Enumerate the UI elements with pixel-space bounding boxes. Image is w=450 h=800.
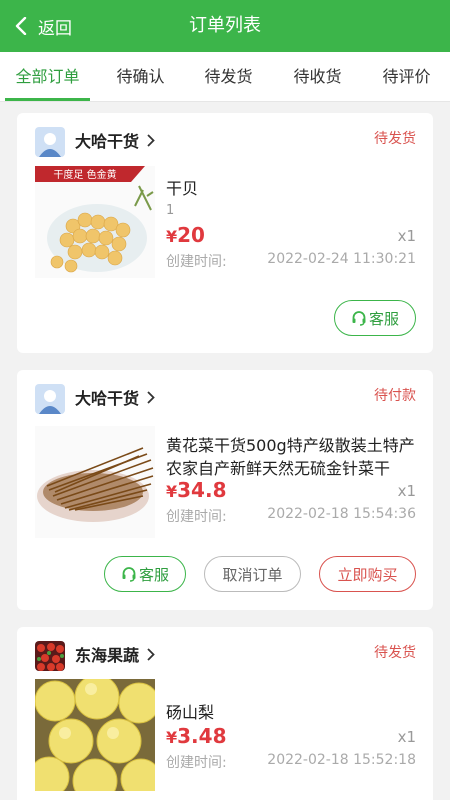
store-name-link[interactable]: 大哈干货 [75, 128, 155, 152]
currency-symbol: ¥ [166, 728, 178, 747]
store-name: 大哈干货 [75, 389, 140, 408]
tab-pending-review[interactable]: 待评价 [364, 52, 449, 102]
product-quantity: x1 [397, 227, 416, 245]
app-header: 返回 订单列表 [0, 0, 450, 52]
order-status: 待付款 [374, 388, 416, 404]
cancel-order-button[interactable]: 取消订单 [204, 556, 301, 592]
chevron-right-icon [147, 133, 155, 147]
back-label: 返回 [38, 18, 72, 39]
tab-pending-ship[interactable]: 待发货 [186, 52, 271, 102]
store-name: 东海果蔬 [75, 646, 140, 665]
created-time: 2022-02-18 15:54:36 [267, 506, 416, 522]
price-amount: 20 [177, 223, 205, 247]
tab-pending-receive[interactable]: 待收货 [275, 52, 360, 102]
product-image[interactable] [35, 679, 155, 791]
order-tabs: 全部订单 待确认 待发货 待收货 待评价 [0, 52, 450, 102]
order-status: 待发货 [374, 645, 416, 661]
price-amount: 34.8 [177, 478, 227, 502]
product-title[interactable]: 砀山梨 [166, 701, 416, 724]
thumb-banner-text: 干度足 色金黄 [53, 168, 116, 181]
product-image[interactable]: 干度足 色金黄 [35, 166, 155, 278]
headset-icon [122, 567, 136, 582]
tab-all-orders[interactable]: 全部订单 [5, 52, 90, 102]
product-title[interactable]: 干贝 [166, 177, 416, 200]
product-title[interactable]: 黄花菜干货500g特产级散装土特产农家自产新鲜天然无硫金针菜干 [166, 434, 416, 480]
customer-service-label: 客服 [138, 565, 169, 584]
product-image[interactable] [35, 426, 155, 538]
product-price: ¥34.8 [166, 478, 227, 502]
product-quantity: x1 [397, 482, 416, 500]
store-name-link[interactable]: 东海果蔬 [75, 642, 155, 666]
created-time: 2022-02-18 15:52:18 [267, 752, 416, 768]
headset-icon [352, 311, 366, 326]
store-avatar [35, 127, 65, 157]
buy-now-button[interactable]: 立即购买 [319, 556, 416, 592]
order-card: 大哈干货 待发货 干度足 色金黄 干贝 1 ¥20 x1 创建时间: 2022-… [17, 113, 433, 353]
currency-symbol: ¥ [166, 227, 178, 246]
order-status: 待发货 [374, 131, 416, 147]
currency-symbol: ¥ [166, 482, 178, 501]
created-label: 创建时间: [166, 509, 227, 525]
order-card: 东海果蔬 待发货 砀山梨 ¥3.48 x1 创建时间: 2022-02-18 1… [17, 627, 433, 800]
product-price: ¥3.48 [166, 724, 227, 748]
customer-service-label: 客服 [368, 309, 399, 328]
chevron-right-icon [147, 390, 155, 404]
created-time: 2022-02-24 11:30:21 [267, 251, 416, 267]
store-avatar [35, 641, 65, 671]
chevron-left-icon [15, 17, 27, 35]
price-amount: 3.48 [177, 724, 227, 748]
store-name: 大哈干货 [75, 132, 140, 151]
tab-pending-confirm[interactable]: 待确认 [98, 52, 183, 102]
created-label: 创建时间: [166, 755, 227, 771]
product-spec: 1 [166, 203, 175, 218]
back-button[interactable]: 返回 [14, 0, 72, 52]
store-avatar [35, 384, 65, 414]
product-quantity: x1 [397, 728, 416, 746]
product-price: ¥20 [166, 223, 205, 247]
active-tab-indicator [5, 98, 90, 101]
order-card: 大哈干货 待付款 黄花菜干货500g特产级散装土特产农家自产新鲜天然无硫金针菜干… [17, 370, 433, 610]
created-label: 创建时间: [166, 254, 227, 270]
store-name-link[interactable]: 大哈干货 [75, 385, 155, 409]
customer-service-button[interactable]: 客服 [104, 556, 186, 592]
chevron-right-icon [147, 647, 155, 661]
customer-service-button[interactable]: 客服 [334, 300, 416, 336]
